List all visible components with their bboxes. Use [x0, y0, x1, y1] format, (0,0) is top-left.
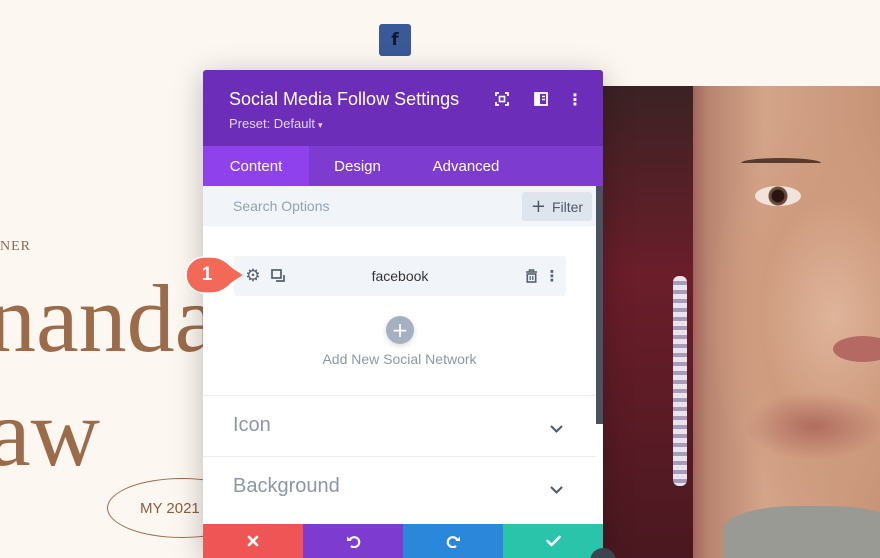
search-input[interactable]	[221, 194, 501, 218]
more-options-icon[interactable]: ⋮	[566, 90, 584, 109]
section-icon[interactable]: Icon	[203, 395, 596, 456]
more-options-icon[interactable]: ⋮	[543, 267, 561, 285]
search-bar: + Filter	[203, 186, 596, 226]
filter-button[interactable]: + Filter	[522, 192, 592, 221]
step-number: 1	[201, 264, 213, 285]
duplicate-icon[interactable]	[269, 267, 287, 285]
social-network-item[interactable]: facebook ⚙ ⋮	[234, 256, 566, 296]
chevron-down-icon	[550, 420, 563, 438]
chevron-down-icon	[550, 481, 563, 499]
facebook-icon[interactable]: f	[379, 24, 411, 56]
chevron-down-icon: ▾	[318, 120, 323, 130]
hero-title-line2: aw	[0, 379, 100, 486]
photo-shirt	[723, 506, 880, 558]
modal-header: Social Media Follow Settings Preset: Def…	[203, 70, 603, 146]
cancel-button[interactable]	[203, 524, 303, 558]
portrait-photo	[603, 86, 880, 558]
add-social-network-label[interactable]: Add New Social Network	[203, 351, 596, 367]
split-view-icon[interactable]	[532, 90, 550, 108]
photo-brow	[741, 158, 821, 168]
photo-earring	[673, 276, 687, 486]
undo-icon	[346, 536, 360, 548]
undo-button[interactable]	[303, 524, 403, 558]
check-icon	[545, 535, 561, 547]
tab-bar: Content Design Advanced	[203, 146, 603, 186]
modal-title: Social Media Follow Settings	[229, 89, 460, 109]
photo-lips	[833, 336, 880, 362]
preset-selector[interactable]: Preset: Default ▾	[229, 116, 323, 131]
tab-design[interactable]: Design	[309, 146, 406, 186]
fullscreen-icon[interactable]	[493, 90, 511, 108]
photo-eye	[755, 186, 801, 206]
save-button[interactable]	[503, 524, 603, 558]
redo-icon	[446, 536, 460, 548]
section-label: Background	[233, 475, 340, 497]
redo-button[interactable]	[403, 524, 503, 558]
plus-icon: +	[530, 195, 546, 217]
preset-label: Preset: Default	[229, 116, 315, 131]
section-background[interactable]: Background	[203, 456, 596, 517]
add-social-network-button[interactable]: +	[386, 316, 414, 344]
modal-footer	[203, 524, 603, 558]
tab-advanced[interactable]: Advanced	[406, 146, 526, 186]
tab-content[interactable]: Content	[203, 146, 309, 186]
trash-icon[interactable]	[522, 267, 540, 285]
section-label: Icon	[233, 414, 271, 436]
close-icon	[247, 535, 259, 547]
settings-modal: Social Media Follow Settings Preset: Def…	[203, 70, 603, 558]
scrollbar[interactable]	[596, 186, 603, 424]
eyebrow-text: NER	[0, 239, 31, 254]
filter-label: Filter	[551, 198, 584, 215]
